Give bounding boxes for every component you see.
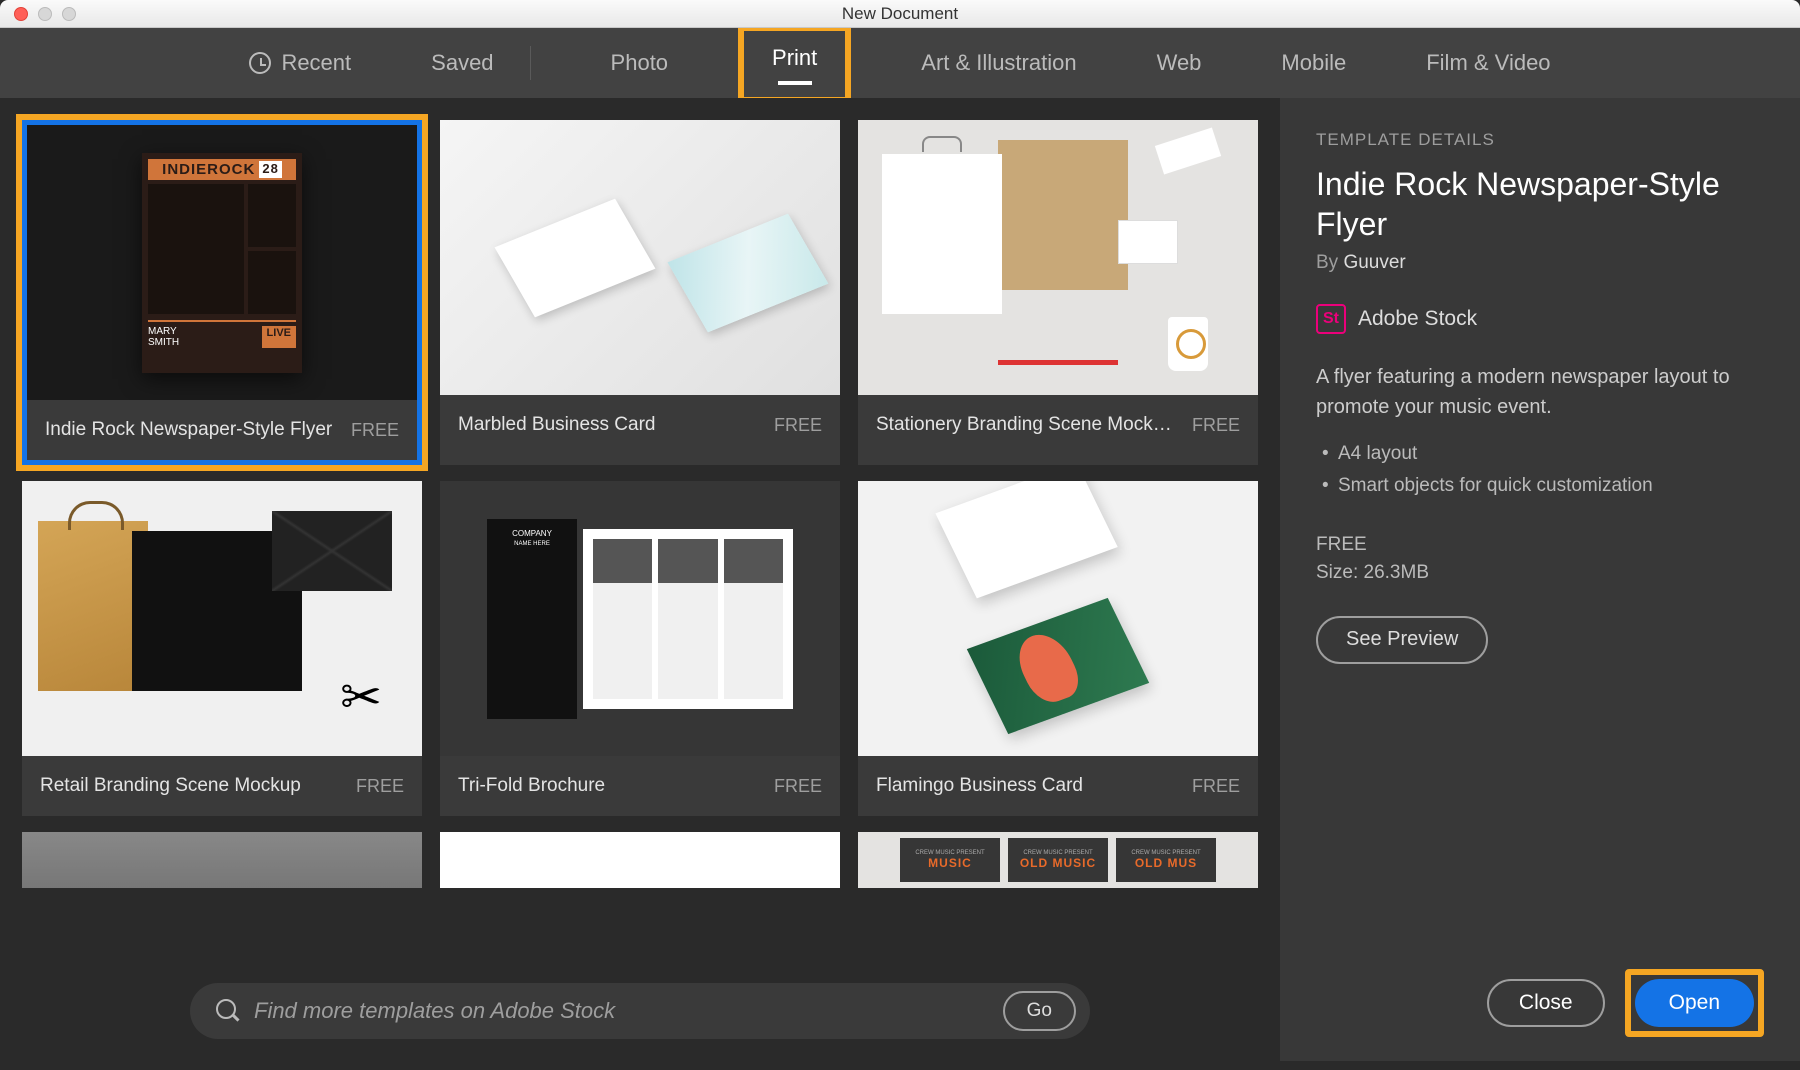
feature-item: Smart objects for quick customization bbox=[1316, 470, 1764, 502]
tab-mobile[interactable]: Mobile bbox=[1271, 44, 1356, 82]
template-card-peek-2[interactable] bbox=[440, 832, 840, 888]
template-gallery[interactable]: INDIEROCK28 MARYSMITHLIVE Indie Rock New… bbox=[0, 98, 1280, 961]
details-price: FREE bbox=[1316, 531, 1764, 560]
details-description: A flyer featuring a modern newspaper lay… bbox=[1316, 362, 1764, 422]
template-thumbnail bbox=[440, 120, 840, 395]
template-card-indie-rock-flyer[interactable]: INDIEROCK28 MARYSMITHLIVE Indie Rock New… bbox=[22, 120, 422, 465]
template-details-panel: TEMPLATE DETAILS Indie Rock Newspaper-St… bbox=[1280, 98, 1800, 1061]
close-button[interactable]: Close bbox=[1487, 979, 1605, 1027]
template-name: Flamingo Business Card bbox=[876, 775, 1083, 797]
tab-print[interactable]: Print bbox=[772, 45, 817, 71]
tab-label: Web bbox=[1157, 50, 1202, 76]
clock-icon bbox=[249, 52, 271, 74]
tab-recent[interactable]: Recent bbox=[239, 44, 361, 82]
template-name: Stationery Branding Scene Mock… bbox=[876, 414, 1172, 436]
details-size: Size: 26.3MB bbox=[1316, 559, 1764, 588]
adobe-stock-label: Adobe Stock bbox=[1358, 307, 1477, 331]
dialog-footer-buttons: Close Open bbox=[1316, 969, 1764, 1037]
feature-item: A4 layout bbox=[1316, 438, 1764, 470]
category-tabs: Recent Saved Photo Print Art & Illustrat… bbox=[0, 28, 1800, 98]
tab-label: Mobile bbox=[1281, 50, 1346, 76]
tab-art-illustration[interactable]: Art & Illustration bbox=[911, 44, 1086, 82]
search-row: Go bbox=[0, 961, 1280, 1061]
template-price: FREE bbox=[774, 776, 822, 797]
template-card-marbled-business-card[interactable]: Marbled Business Card FREE bbox=[440, 120, 840, 465]
template-card-retail-branding[interactable]: ✂ Retail Branding Scene Mockup FREE bbox=[22, 481, 422, 816]
template-price: FREE bbox=[351, 420, 399, 441]
titlebar: New Document bbox=[0, 0, 1800, 28]
details-byline: By Guuver bbox=[1316, 252, 1764, 274]
search-go-button[interactable]: Go bbox=[1003, 991, 1076, 1031]
details-template-name: Indie Rock Newspaper-Style Flyer bbox=[1316, 164, 1764, 244]
search-icon bbox=[216, 999, 240, 1023]
template-price: FREE bbox=[356, 776, 404, 797]
template-price: FREE bbox=[1192, 776, 1240, 797]
tab-web[interactable]: Web bbox=[1147, 44, 1212, 82]
details-author[interactable]: Guuver bbox=[1343, 252, 1405, 273]
tab-label: Recent bbox=[281, 50, 351, 76]
details-feature-list: A4 layout Smart objects for quick custom… bbox=[1316, 438, 1764, 503]
template-card-trifold-brochure[interactable]: COMPANYNAME HERE Tri-Fold Brochure FREE bbox=[440, 481, 840, 816]
tab-saved[interactable]: Saved bbox=[421, 40, 540, 86]
tab-label: Saved bbox=[431, 50, 493, 76]
window-title: New Document bbox=[0, 4, 1800, 24]
template-card-peek-1[interactable] bbox=[22, 832, 422, 888]
adobe-stock-icon: St bbox=[1316, 304, 1346, 334]
stock-search-input[interactable] bbox=[254, 998, 989, 1024]
template-name: Retail Branding Scene Mockup bbox=[40, 775, 301, 797]
template-card-stationery-branding[interactable]: Stationery Branding Scene Mock… FREE bbox=[858, 120, 1258, 465]
template-thumbnail bbox=[858, 481, 1258, 756]
template-price: FREE bbox=[1192, 415, 1240, 436]
tab-film-video[interactable]: Film & Video bbox=[1416, 44, 1560, 82]
template-name: Tri-Fold Brochure bbox=[458, 775, 605, 797]
template-thumbnail bbox=[858, 120, 1258, 395]
template-thumbnail: ✂ bbox=[22, 481, 422, 756]
tab-label: Art & Illustration bbox=[921, 50, 1076, 76]
template-name: Marbled Business Card bbox=[458, 414, 655, 436]
tutorial-highlight-open-button: Open bbox=[1625, 969, 1764, 1037]
stock-search-box: Go bbox=[190, 983, 1090, 1039]
see-preview-button[interactable]: See Preview bbox=[1316, 616, 1488, 664]
tab-label: Print bbox=[772, 45, 817, 71]
template-name: Indie Rock Newspaper-Style Flyer bbox=[45, 419, 332, 441]
tutorial-highlight-print-tab: Print bbox=[738, 25, 851, 103]
open-button[interactable]: Open bbox=[1635, 979, 1754, 1027]
template-card-peek-3[interactable]: CREW MUSIC PRESENTMUSIC CREW MUSIC PRESE… bbox=[858, 832, 1258, 888]
template-card-flamingo-business-card[interactable]: Flamingo Business Card FREE bbox=[858, 481, 1258, 816]
tab-label: Film & Video bbox=[1426, 50, 1550, 76]
tab-label: Photo bbox=[611, 50, 669, 76]
details-meta: FREE Size: 26.3MB bbox=[1316, 531, 1764, 588]
template-thumbnail: COMPANYNAME HERE bbox=[440, 481, 840, 756]
template-price: FREE bbox=[774, 415, 822, 436]
adobe-stock-link[interactable]: St Adobe Stock bbox=[1316, 304, 1764, 334]
new-document-window: New Document Recent Saved Photo Print Ar… bbox=[0, 0, 1800, 1061]
tab-photo[interactable]: Photo bbox=[601, 44, 679, 82]
details-heading: TEMPLATE DETAILS bbox=[1316, 130, 1764, 150]
template-thumbnail: INDIEROCK28 MARYSMITHLIVE bbox=[27, 125, 417, 400]
